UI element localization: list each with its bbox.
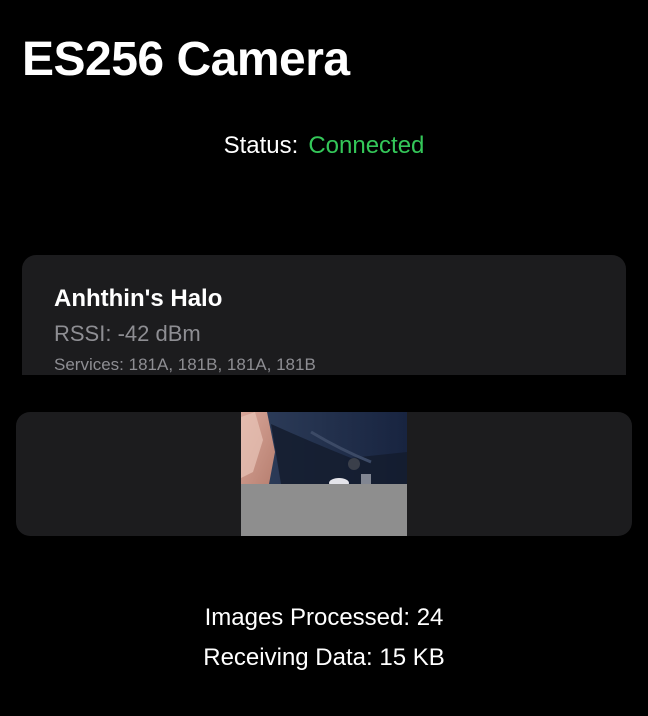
- status-label: Status:: [223, 132, 299, 159]
- device-name: Anhthin's Halo: [54, 285, 223, 312]
- images-processed-label: Images Processed:: [204, 604, 411, 631]
- device-services: Services: 181A, 181B, 181A, 181B: [54, 355, 316, 374]
- camera-frame-graphic: [241, 412, 407, 536]
- camera-preview-image: [241, 412, 407, 536]
- camera-app-screen: { "app": { "title": "ES256 Camera" }, "s…: [0, 0, 648, 716]
- page-title: ES256 Camera: [22, 33, 350, 86]
- device-rssi: RSSI: -42 dBm: [54, 321, 201, 346]
- images-processed-value: 24: [416, 604, 444, 631]
- connection-status: Status: Connected: [0, 130, 648, 162]
- device-card[interactable]: Anhthin's Halo RSSI: -42 dBm Services: 1…: [22, 255, 626, 375]
- receiving-data-label: Receiving Data:: [203, 644, 373, 671]
- stats-section: Images Processed: 24 Receiving Data: 15 …: [0, 598, 648, 678]
- status-value: Connected: [308, 132, 425, 159]
- receiving-data-line: Receiving Data: 15 KB: [0, 638, 648, 678]
- images-processed-line: Images Processed: 24: [0, 598, 648, 638]
- receiving-data-value: 15 KB: [379, 644, 445, 671]
- image-preview-card: [16, 412, 632, 536]
